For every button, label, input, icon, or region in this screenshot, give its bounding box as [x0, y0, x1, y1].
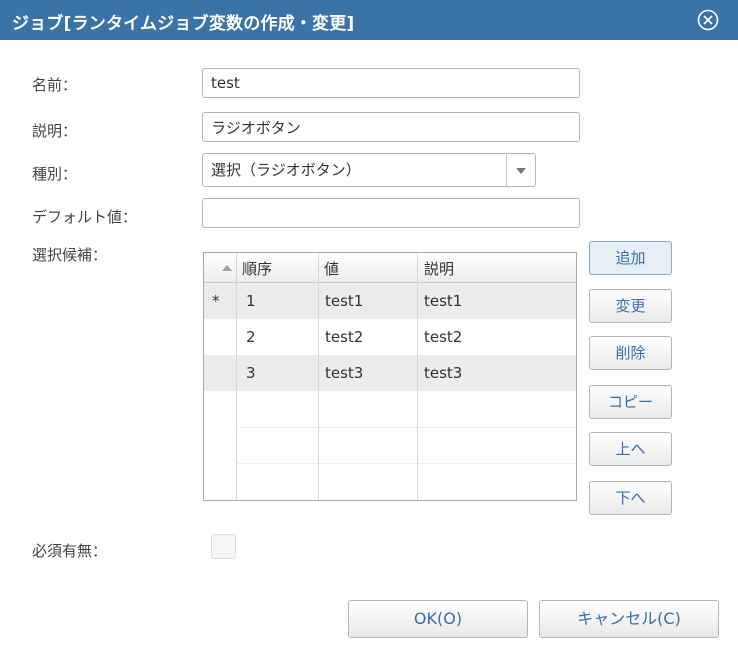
description-label: 説明： — [32, 122, 78, 140]
dialog-titlebar: ジョブ[ランタイムジョブ変数の作成・変更] — [0, 0, 738, 40]
description-input[interactable] — [202, 112, 580, 142]
type-select-dropdown[interactable] — [506, 154, 535, 186]
required-checkbox[interactable] — [211, 534, 236, 559]
table-row[interactable]: * 1 test1 test1 — [204, 283, 576, 319]
cell-value: test3 — [325, 364, 364, 382]
move-up-button[interactable]: 上へ — [589, 432, 672, 466]
copy-button[interactable]: コピー — [589, 385, 672, 419]
column-divider — [318, 253, 319, 500]
modify-button[interactable]: 変更 — [589, 289, 672, 323]
table-row[interactable]: 3 test3 test3 — [204, 355, 576, 391]
column-header-value[interactable]: 値 — [324, 253, 339, 283]
cell-order: 1 — [246, 292, 256, 310]
column-header-order[interactable]: 順序 — [242, 253, 272, 283]
type-select-value: 選択（ラジオボタン） — [211, 161, 361, 179]
name-input[interactable] — [202, 68, 580, 98]
cell-order: 3 — [246, 364, 256, 382]
candidates-label: 選択候補： — [32, 246, 108, 264]
cell-value: test1 — [325, 292, 364, 310]
cell-order: 2 — [246, 328, 256, 346]
chevron-down-icon — [516, 168, 526, 174]
column-header-description[interactable]: 説明 — [424, 253, 454, 283]
default-value-input[interactable] — [202, 198, 580, 228]
cell-description: test1 — [424, 292, 463, 310]
default-value-label: デフォルト値： — [32, 208, 138, 226]
table-row[interactable]: 2 test2 test2 — [204, 319, 576, 355]
cell-description: test2 — [424, 328, 463, 346]
cell-value: test2 — [325, 328, 364, 346]
move-down-button[interactable]: 下へ — [589, 481, 672, 515]
row-divider — [236, 427, 576, 428]
required-label: 必須有無： — [32, 542, 108, 560]
close-icon[interactable] — [697, 9, 719, 31]
type-label: 種別： — [32, 165, 78, 183]
type-select[interactable]: 選択（ラジオボタン） — [202, 153, 536, 187]
table-header: 順序 値 説明 — [204, 253, 576, 283]
column-divider — [236, 253, 237, 500]
row-marker: * — [212, 292, 220, 310]
dialog-title: ジョブ[ランタイムジョブ変数の作成・変更] — [12, 14, 355, 34]
name-label: 名前： — [32, 76, 78, 94]
ok-button[interactable]: OK(O) — [348, 600, 528, 638]
job-runtime-variable-dialog: ジョブ[ランタイムジョブ変数の作成・変更] 名前： 説明： 種別： 選択（ラジオ… — [0, 0, 738, 656]
candidates-table[interactable]: 順序 値 説明 * 1 test1 test1 2 test2 test2 3 … — [203, 252, 577, 501]
delete-button[interactable]: 削除 — [589, 336, 672, 370]
cancel-button[interactable]: キャンセル(C) — [539, 600, 719, 638]
add-button[interactable]: 追加 — [589, 241, 672, 275]
column-divider — [417, 253, 418, 500]
cell-description: test3 — [424, 364, 463, 382]
row-divider — [236, 463, 576, 464]
sort-ascending-icon[interactable] — [222, 265, 232, 271]
